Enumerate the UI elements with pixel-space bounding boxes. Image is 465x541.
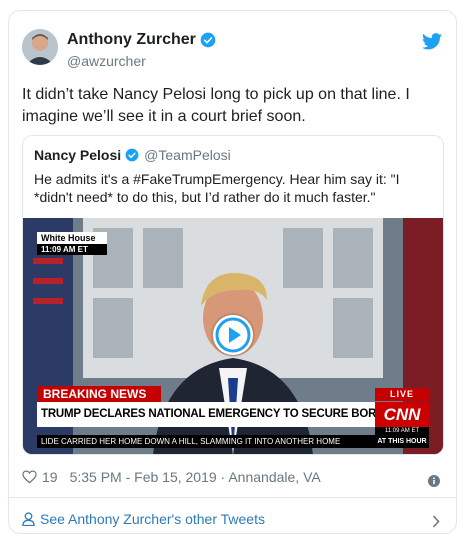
play-button[interactable] bbox=[213, 315, 253, 355]
quoted-tweet-header: Nancy Pelosi @TeamPelosi bbox=[34, 147, 231, 163]
news-headline: TRUMP DECLARES NATIONAL EMERGENCY TO SEC… bbox=[37, 402, 375, 427]
network-time: 11:09 AM ET bbox=[375, 427, 429, 435]
news-ticker: LIDE CARRIED HER HOME DOWN A HILL, SLAMM… bbox=[37, 435, 375, 448]
tweet-card: Anthony Zurcher @awzurcher It didn’t tak… bbox=[8, 10, 457, 534]
other-tweets-link[interactable]: See Anthony Zurcher's other Tweets bbox=[22, 507, 444, 531]
tweet-meta: 19 5:35 PM - Feb 15, 2019 · Annandale, V… bbox=[22, 466, 444, 488]
tweet-timestamp[interactable]: 5:35 PM - Feb 15, 2019 · Annandale, VA bbox=[70, 469, 321, 485]
quoted-author-handle: @TeamPelosi bbox=[144, 147, 231, 163]
video-player[interactable]: White House 11:09 AM ET BREAKING NEWS TR… bbox=[23, 218, 443, 454]
author-name[interactable]: Anthony Zurcher bbox=[67, 31, 196, 49]
tweet-text: It didn’t take Nancy Pelosi long to pick… bbox=[22, 86, 410, 125]
quoted-tweet[interactable]: Nancy Pelosi @TeamPelosi He admits it's … bbox=[22, 135, 444, 455]
live-badge: LIVE bbox=[375, 388, 429, 401]
twitter-bird-icon[interactable] bbox=[422, 33, 442, 50]
ticker-tag: AT THIS HOUR bbox=[375, 435, 429, 448]
other-tweets-label[interactable]: See Anthony Zurcher's other Tweets bbox=[40, 511, 265, 527]
person-icon bbox=[22, 512, 35, 526]
source-time: 11:09 AM ET bbox=[37, 244, 107, 255]
heart-icon[interactable] bbox=[22, 470, 37, 484]
like-count[interactable]: 19 bbox=[42, 469, 58, 485]
author-name-row[interactable]: Anthony Zurcher bbox=[67, 31, 216, 49]
info-icon[interactable] bbox=[428, 475, 440, 487]
play-icon bbox=[215, 317, 251, 353]
quoted-author-name: Nancy Pelosi bbox=[34, 147, 122, 163]
verified-badge-icon bbox=[125, 148, 139, 162]
chevron-right-icon[interactable] bbox=[432, 515, 440, 528]
source-label: White House bbox=[37, 232, 107, 244]
network-logo: CNN bbox=[375, 402, 429, 427]
divider bbox=[9, 497, 456, 498]
quoted-tweet-text: He admits it's a #FakeTrumpEmergency. He… bbox=[34, 171, 400, 205]
breaking-news-banner: BREAKING NEWS bbox=[37, 386, 161, 402]
verified-badge-icon bbox=[200, 32, 216, 48]
author-handle[interactable]: @awzurcher bbox=[67, 53, 146, 69]
avatar[interactable] bbox=[22, 29, 58, 65]
